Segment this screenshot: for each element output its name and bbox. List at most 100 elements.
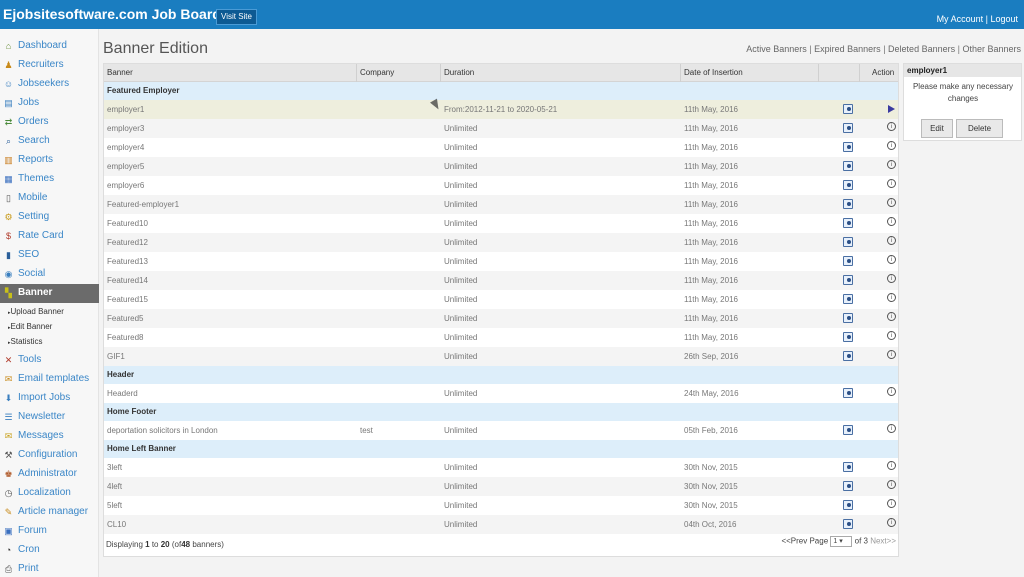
edit-banner-icon[interactable] [843,388,853,398]
info-icon[interactable]: i [887,141,896,150]
sidebar-item-print[interactable]: ⎙ Print [0,560,99,577]
info-icon[interactable]: i [887,480,896,489]
logout-link[interactable]: Logout [990,14,1018,24]
sidebar-item-configuration[interactable]: ⚒ Configuration [0,446,99,465]
sidebar-item-mobile[interactable]: ▯ Mobile [0,189,99,208]
edit-banner-icon[interactable] [843,123,853,133]
sidebar-item-jobs[interactable]: ▤ Jobs [0,94,99,113]
prev-page-link[interactable]: <<Prev [781,537,807,546]
table-row[interactable]: 5left Unlimited 30th Nov, 2015 i [104,496,898,515]
sidebar-item-banner[interactable]: ▚ Banner [0,284,99,303]
table-row[interactable]: GIF1 Unlimited 26th Sep, 2016 i [104,347,898,366]
edit-banner-icon[interactable] [843,199,853,209]
deleted-banners-link[interactable]: Deleted Banners [888,44,955,54]
edit-banner-icon[interactable] [843,462,853,472]
table-row[interactable]: Featured-employer1 Unlimited 11th May, 201… [104,195,898,214]
sidebar-item-cron[interactable]: ◔ Cron [0,541,99,560]
table-row[interactable]: Featured12 Unlimited 11th May, 2016 i [104,233,898,252]
sidebar-item-recruiters[interactable]: ♟ Recruiters [0,56,99,75]
table-row[interactable]: employer5 Unlimited 11th May, 2016 i [104,157,898,176]
sidebar-item-messages[interactable]: ✉ Messages [0,427,99,446]
info-icon[interactable]: i [887,217,896,226]
column-header-duration[interactable]: Duration [444,68,474,77]
sidebar-item-import-jobs[interactable]: ⬇ Import Jobs [0,389,99,408]
active-banners-link[interactable]: Active Banners [746,44,807,54]
sidebar-item-search[interactable]: ⌕ Search [0,132,99,151]
edit-banner-icon[interactable] [843,519,853,529]
other-banners-link[interactable]: Other Banners [962,44,1021,54]
sidebar-item-rate-card[interactable]: $ Rate Card [0,227,99,246]
info-icon[interactable]: i [887,179,896,188]
sidebar-item-dashboard[interactable]: ⌂ Dashboard [0,37,99,56]
info-icon[interactable]: i [887,274,896,283]
info-icon[interactable]: i [887,461,896,470]
sidebar-subitem-statistics[interactable]: ▸Statistics [8,337,43,346]
info-icon[interactable]: i [887,350,896,359]
next-page-link[interactable]: Next>> [870,537,896,546]
edit-banner-icon[interactable] [843,142,853,152]
edit-banner-icon[interactable] [843,275,853,285]
sidebar-item-themes[interactable]: ▦ Themes [0,170,99,189]
info-icon[interactable]: i [887,331,896,340]
table-row[interactable]: employer1 From:2012-11-21 to 2020-05-21 11… [104,100,898,119]
info-icon[interactable]: i [887,293,896,302]
sidebar-item-setting[interactable]: ⚙ Setting [0,208,99,227]
edit-button[interactable]: Edit [921,119,953,138]
table-row[interactable]: Featured14 Unlimited 11th May, 2016 i [104,271,898,290]
selected-arrow-icon[interactable] [888,105,895,113]
edit-banner-icon[interactable] [843,218,853,228]
edit-banner-icon[interactable] [843,481,853,491]
sidebar-item-article-manager[interactable]: ✎ Article manager [0,503,99,522]
column-header-date[interactable]: Date of Insertion [684,68,743,77]
edit-banner-icon[interactable] [843,332,853,342]
visit-site-button[interactable]: Visit Site [216,9,257,25]
page-select[interactable]: 1 ▾ [830,536,853,547]
info-icon[interactable]: i [887,499,896,508]
table-row[interactable]: Featured13 Unlimited 11th May, 2016 i [104,252,898,271]
table-row[interactable]: employer6 Unlimited 11th May, 2016 i [104,176,898,195]
table-row[interactable]: deportation solicitors in London test Unli… [104,421,898,440]
table-row[interactable]: 4left Unlimited 30th Nov, 2015 i [104,477,898,496]
table-row[interactable]: 3left Unlimited 30th Nov, 2015 i [104,458,898,477]
edit-banner-icon[interactable] [843,237,853,247]
sidebar-item-reports[interactable]: ▥ Reports [0,151,99,170]
table-row[interactable]: Featured5 Unlimited 11th May, 2016 i [104,309,898,328]
sidebar-subitem-upload-banner[interactable]: ▸Upload Banner [8,307,64,316]
sidebar-item-social[interactable]: ◉ Social [0,265,99,284]
expired-banners-link[interactable]: Expired Banners [814,44,881,54]
sidebar-item-newsletter[interactable]: ☰ Newsletter [0,408,99,427]
edit-banner-icon[interactable] [843,161,853,171]
edit-banner-icon[interactable] [843,500,853,510]
delete-button[interactable]: Delete [956,119,1003,138]
info-icon[interactable]: i [887,198,896,207]
edit-banner-icon[interactable] [843,294,853,304]
table-row[interactable]: employer3 Unlimited 11th May, 2016 i [104,119,898,138]
column-header-banner[interactable]: Banner [107,68,133,77]
column-header-company[interactable]: Company [360,68,394,77]
sidebar-item-localization[interactable]: ◷ Localization [0,484,99,503]
table-row[interactable]: Featured15 Unlimited 11th May, 2016 i [104,290,898,309]
table-row[interactable]: Featured8 Unlimited 11th May, 2016 i [104,328,898,347]
edit-banner-icon[interactable] [843,313,853,323]
sidebar-item-forum[interactable]: ▣ Forum [0,522,99,541]
edit-banner-icon[interactable] [843,104,853,114]
table-row[interactable]: CL10 Unlimited 04th Oct, 2016 i [104,515,898,534]
edit-banner-icon[interactable] [843,351,853,361]
table-row[interactable]: Headerd Unlimited 24th May, 2016 i [104,384,898,403]
sidebar-item-email-templates[interactable]: ✉ Email templates [0,370,99,389]
my-account-link[interactable]: My Account [937,14,984,24]
table-row[interactable]: employer4 Unlimited 11th May, 2016 i [104,138,898,157]
edit-banner-icon[interactable] [843,425,853,435]
sidebar-item-administrator[interactable]: ♚ Administrator [0,465,99,484]
info-icon[interactable]: i [887,424,896,433]
sidebar-subitem-edit-banner[interactable]: ▸Edit Banner [8,322,52,331]
sidebar-item-tools[interactable]: ✕ Tools [0,351,99,370]
info-icon[interactable]: i [887,236,896,245]
edit-banner-icon[interactable] [843,180,853,190]
table-row[interactable]: Featured10 Unlimited 11th May, 2016 i [104,214,898,233]
sidebar-item-jobseekers[interactable]: ☺ Jobseekers [0,75,99,94]
edit-banner-icon[interactable] [843,256,853,266]
info-icon[interactable]: i [887,255,896,264]
info-icon[interactable]: i [887,387,896,396]
info-icon[interactable]: i [887,160,896,169]
